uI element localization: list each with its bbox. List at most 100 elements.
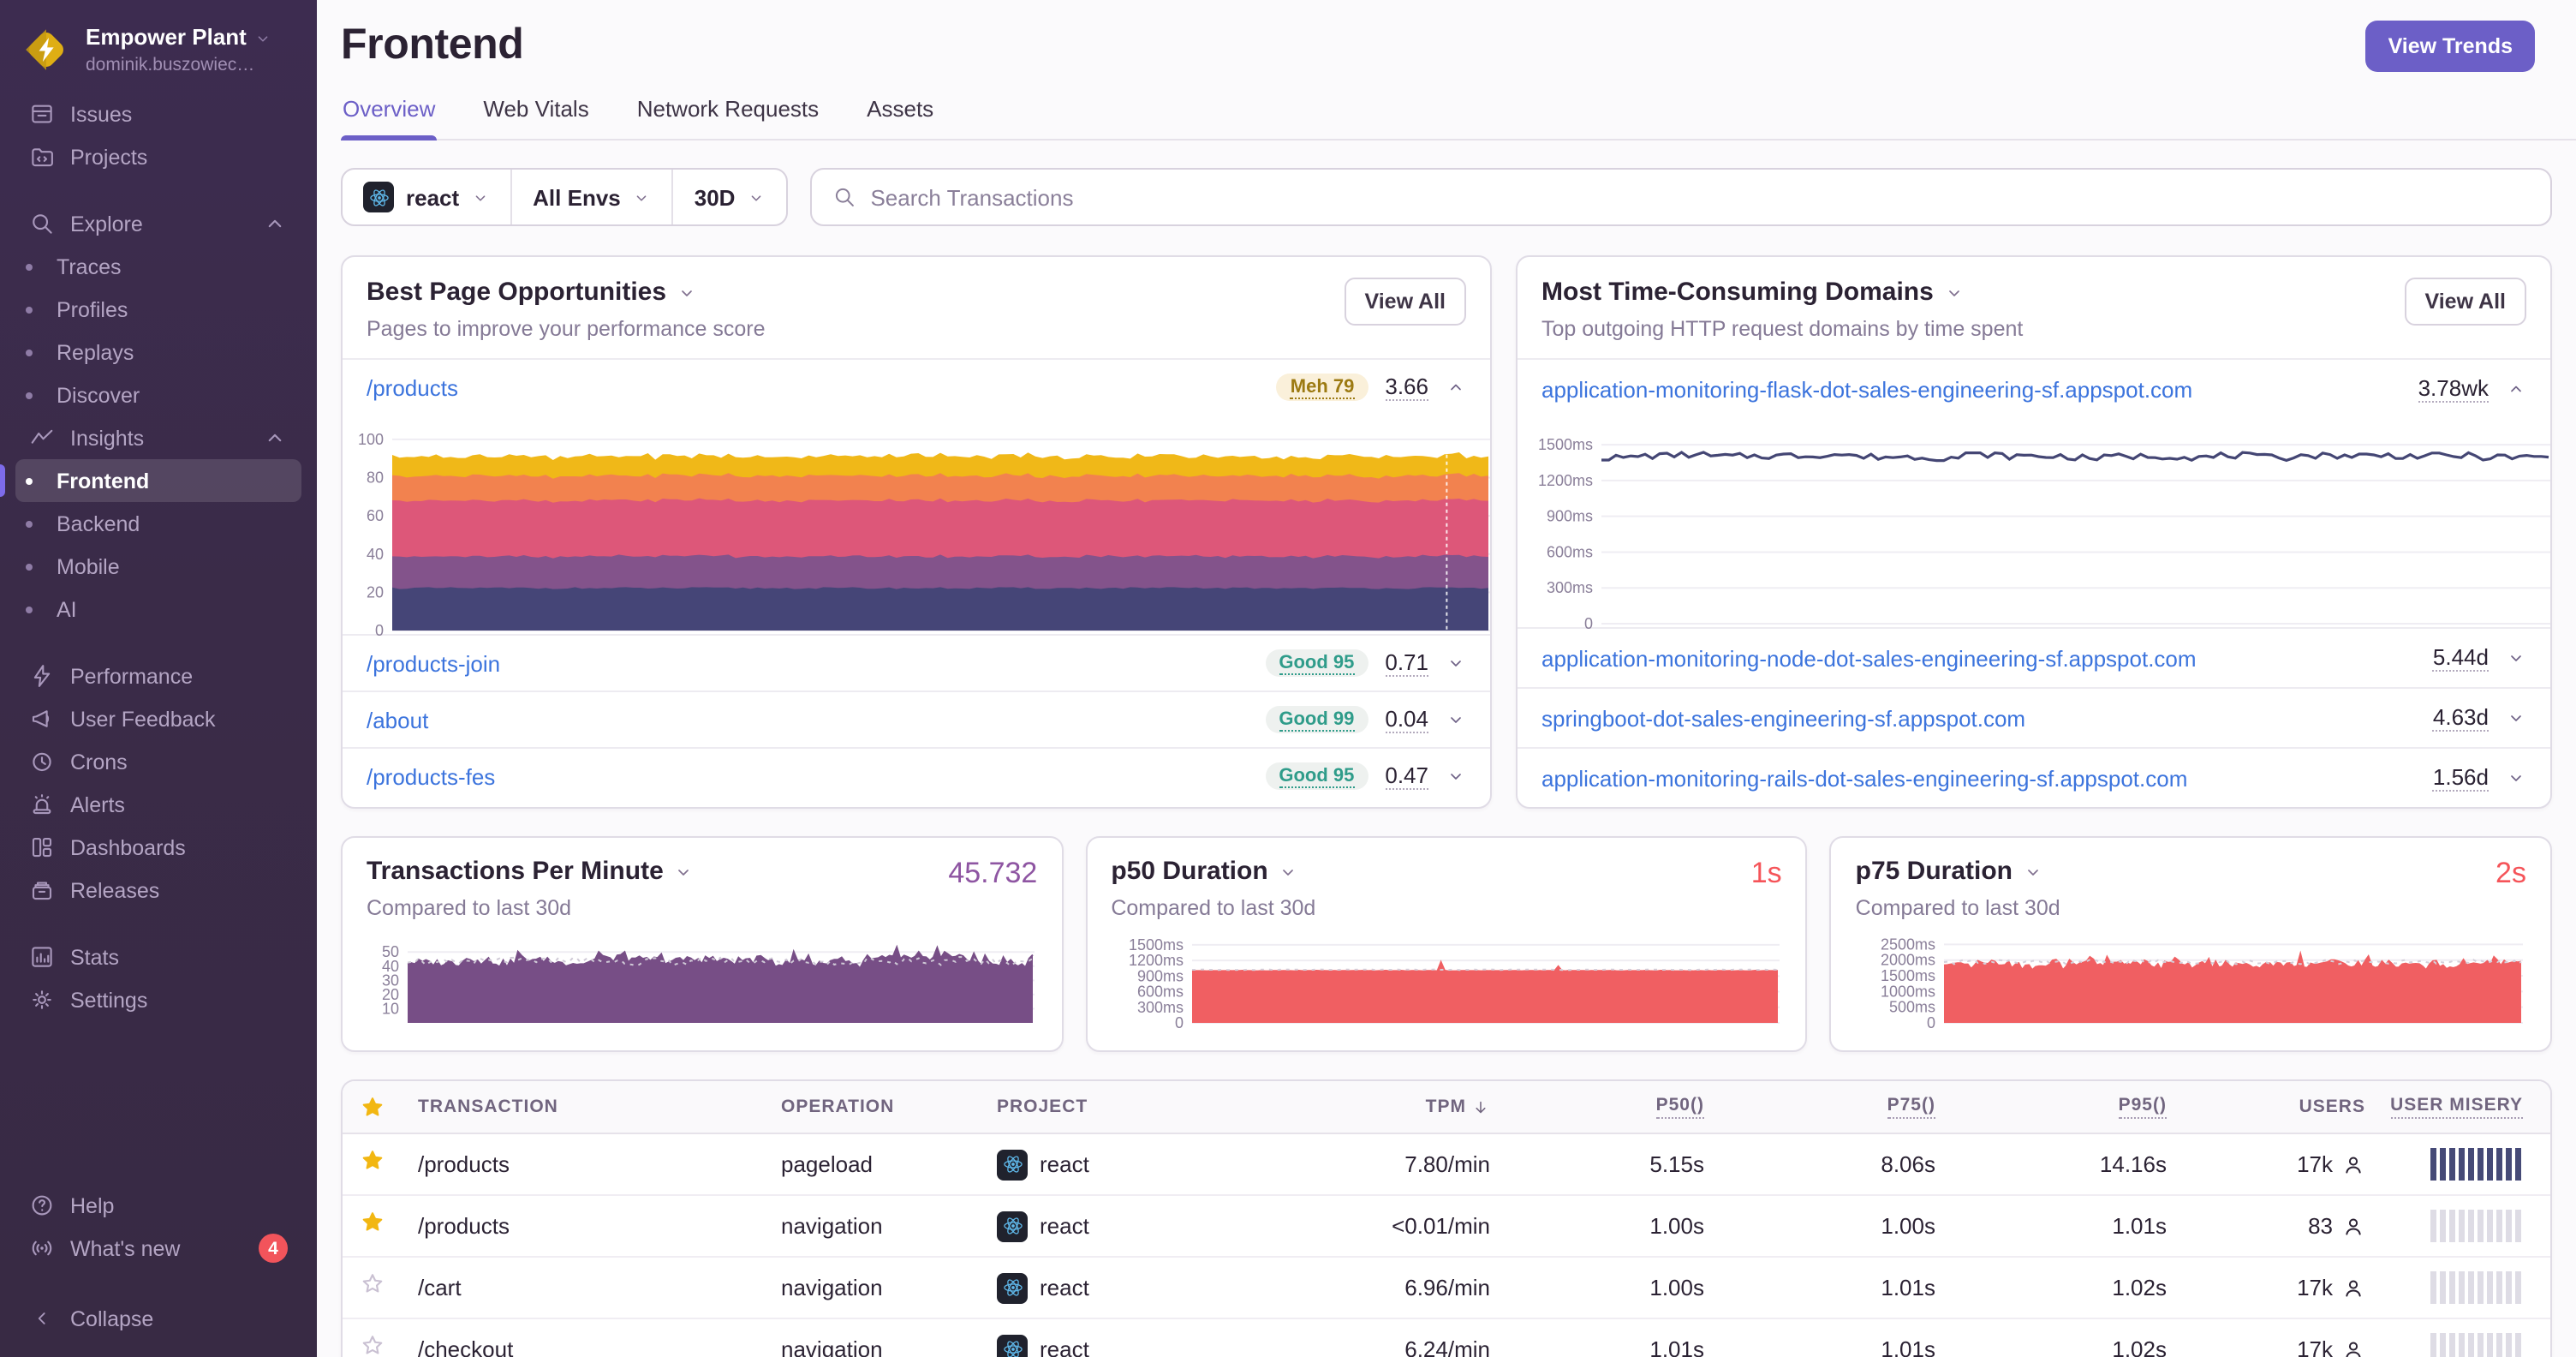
column-header-user-misery[interactable]: USER MISERY [2365,1095,2523,1119]
svg-text:500ms: 500ms [1890,999,1936,1016]
metric-value: 1s [1750,857,1782,889]
svg-text:1500ms: 1500ms [1128,936,1183,953]
chevron-down-icon[interactable] [1944,282,1965,302]
expand-row-icon[interactable] [2506,768,2526,788]
sidebar-item-performance[interactable]: Performance [15,655,301,697]
sidebar-group-explore[interactable]: Explore [15,202,301,245]
sidebar-item-settings[interactable]: Settings [15,978,301,1021]
tab-assets[interactable]: Assets [865,96,935,139]
project-link[interactable]: react [1040,1213,1089,1239]
column-header-tpm[interactable]: TPM [1319,1097,1490,1117]
collapse-row-icon[interactable] [2506,379,2526,399]
star-toggle[interactable] [360,1209,385,1234]
sidebar-item-stats[interactable]: Stats [15,936,301,978]
org-logo-icon [21,24,72,75]
sidebar-item-replays[interactable]: Replays [15,331,301,374]
project-filter-dropdown[interactable]: react [343,170,510,224]
sidebar-item-help[interactable]: Help [15,1184,301,1227]
broadcast-icon [29,1235,55,1261]
chevron-down-icon[interactable] [1279,861,1299,882]
transaction-link[interactable]: /checkout [418,1336,781,1357]
table-row: /cart navigation react 6.96/min 1.00s 1.… [343,1258,2550,1319]
sidebar-item-mobile[interactable]: Mobile [15,545,301,588]
view-trends-button[interactable]: View Trends [2365,21,2535,72]
sidebar-item-dashboards[interactable]: Dashboards [15,826,301,869]
transaction-link[interactable]: /products [418,1151,781,1177]
svg-text:1000ms: 1000ms [1881,983,1936,1000]
environment-filter-dropdown[interactable]: All Envs [510,170,672,224]
sidebar-item-whats-new[interactable]: What's new 4 [15,1227,301,1270]
tab-network-requests[interactable]: Network Requests [635,96,820,139]
metric-subtitle: Compared to last 30d [1855,896,2060,920]
expand-row-icon[interactable] [1446,653,1466,673]
tab-web-vitals[interactable]: Web Vitals [481,96,590,139]
transaction-link[interactable]: /cart [418,1275,781,1300]
sidebar-item-crons[interactable]: Crons [15,740,301,783]
tab-bar: Overview Web Vitals Network Requests Ass… [341,96,2576,140]
column-header-transaction[interactable]: TRANSACTION [418,1097,781,1117]
svg-text:1500ms: 1500ms [1881,967,1936,984]
sidebar-group-insights[interactable]: Insights [15,416,301,459]
score-grade-badge: Good 95 [1265,762,1368,790]
transaction-link[interactable]: /products-join [367,650,500,676]
users-cell: 83 [2167,1213,2365,1239]
sidebar-item-backend[interactable]: Backend [15,502,301,545]
column-header-users[interactable]: USERS [2167,1097,2365,1117]
project-link[interactable]: react [1040,1336,1089,1357]
p50-cell: 1.00s [1649,1213,1704,1239]
transaction-link[interactable]: /products [367,374,458,400]
column-header-p75[interactable]: P75() [1704,1095,1935,1119]
sidebar-item-projects[interactable]: Projects [15,135,301,178]
search-input[interactable] [870,184,2530,210]
tpm-cell: <0.01/min [1392,1213,1490,1239]
date-range-dropdown[interactable]: 30D [671,170,787,224]
sidebar-item-alerts[interactable]: Alerts [15,783,301,826]
sidebar-item-frontend[interactable]: Frontend [0,459,301,502]
sidebar-item-traces[interactable]: Traces [15,245,301,288]
sidebar-item-issues[interactable]: Issues [15,93,301,135]
sidebar-item-profiles[interactable]: Profiles [15,288,301,331]
transaction-link[interactable]: /about [367,707,428,732]
domain-link[interactable]: application-monitoring-rails-dot-sales-e… [1541,765,2187,791]
transaction-link[interactable]: /products [418,1213,781,1239]
user-misery-bars [2430,1210,2523,1242]
tpm-cell: 6.24/min [1404,1336,1490,1357]
sidebar-item-releases[interactable]: Releases [15,869,301,912]
domain-link[interactable]: application-monitoring-flask-dot-sales-e… [1541,376,2192,402]
sidebar-item-discover[interactable]: Discover [15,374,301,416]
domain-link[interactable]: springboot-dot-sales-engineering-sf.apps… [1541,705,2025,731]
expand-row-icon[interactable] [2506,708,2526,728]
column-header-p95[interactable]: P95() [1935,1095,2167,1119]
sort-desc-icon [1471,1097,1490,1116]
star-toggle[interactable] [360,1147,385,1173]
user-misery-cell [2365,1148,2523,1181]
transaction-link[interactable]: /products-fes [367,763,495,789]
tab-overview[interactable]: Overview [341,96,438,140]
star-toggle[interactable] [360,1332,385,1357]
column-header-project[interactable]: PROJECT [997,1097,1319,1117]
chevron-down-icon[interactable] [2023,861,2043,882]
metric-value: 2s [2496,857,2526,889]
chevron-down-icon[interactable] [674,861,695,882]
chevron-left-icon [29,1307,55,1330]
sidebar-item-ai[interactable]: AI [15,588,301,631]
project-link[interactable]: react [1040,1275,1089,1300]
opportunities-view-all-button[interactable]: View All [1344,278,1466,326]
p50-cell: 5.15s [1649,1151,1704,1177]
react-project-avatar [997,1272,1028,1303]
org-switcher[interactable]: Empower Plant dominik.buszowiec… [0,17,317,93]
star-toggle[interactable] [360,1270,385,1296]
column-header-operation[interactable]: OPERATION [781,1097,997,1117]
domains-view-all-button[interactable]: View All [2404,278,2526,326]
expand-row-icon[interactable] [2506,648,2526,668]
metric-title: p50 Duration [1111,857,1268,886]
expand-row-icon[interactable] [1446,709,1466,730]
expand-row-icon[interactable] [1446,766,1466,786]
sidebar-collapse-button[interactable]: Collapse [15,1297,301,1340]
sidebar-item-user-feedback[interactable]: User Feedback [15,697,301,740]
column-header-p50[interactable]: P50() [1490,1095,1704,1119]
domain-link[interactable]: application-monitoring-node-dot-sales-en… [1541,645,2197,671]
chevron-down-icon[interactable] [677,282,697,302]
project-link[interactable]: react [1040,1151,1089,1177]
collapse-row-icon[interactable] [1446,377,1466,398]
